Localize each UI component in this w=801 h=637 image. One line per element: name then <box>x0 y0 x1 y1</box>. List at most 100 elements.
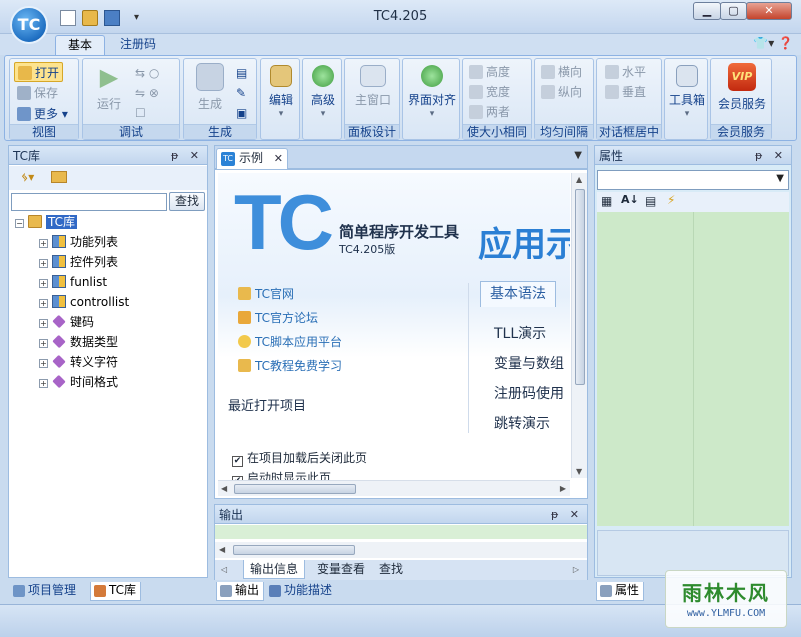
tree-item[interactable]: + 功能列表 <box>15 232 205 252</box>
tree-item[interactable]: + controllist <box>15 292 205 312</box>
same-width-button[interactable]: 宽度 <box>469 82 510 102</box>
main-window-button[interactable]: 主窗口 <box>351 65 395 108</box>
categorized-icon[interactable]: ▦ <box>601 194 612 208</box>
expand-icon[interactable]: + <box>39 379 48 388</box>
collapse-icon[interactable]: − <box>15 219 24 228</box>
scroll-left-icon[interactable]: ◀ <box>221 484 227 493</box>
expand-icon[interactable]: + <box>39 299 48 308</box>
tree-item[interactable]: + 键码 <box>15 312 205 332</box>
expand-icon[interactable]: + <box>39 259 48 268</box>
close-icon[interactable]: ✕ <box>274 149 283 168</box>
tab-variable-watch[interactable]: 变量查看 <box>311 560 371 579</box>
expand-icon[interactable]: + <box>39 279 48 288</box>
horizontal-scrollbar[interactable]: ◀ ▶ <box>218 480 570 496</box>
expand-icon[interactable]: + <box>39 339 48 348</box>
horizontal-scrollbar[interactable]: ◀ <box>215 542 587 558</box>
expand-icon[interactable]: + <box>39 239 48 248</box>
syntax-item[interactable]: TLL演示 <box>494 323 546 343</box>
expand-icon[interactable]: + <box>39 319 48 328</box>
same-height-button[interactable]: 高度 <box>469 62 510 82</box>
object-selector-dropdown[interactable]: ▼ <box>597 170 789 190</box>
spacing-horizontal-button[interactable]: 横向 <box>541 62 582 82</box>
scroll-up-icon[interactable]: ▲ <box>576 175 582 184</box>
library-search-button[interactable]: 查找 <box>169 192 205 211</box>
tab-function-description[interactable]: 功能描述 <box>266 582 336 601</box>
tree-root-label: TC库 <box>46 215 78 229</box>
spacing-vertical-button[interactable]: 纵向 <box>541 82 582 102</box>
scroll-down-icon[interactable]: ▼ <box>576 467 582 476</box>
app-logo-icon[interactable]: TC <box>10 6 48 44</box>
expand-icon[interactable]: + <box>39 359 48 368</box>
close-after-load-checkbox[interactable]: ✔ 在项目加载后关闭此页 <box>232 449 367 467</box>
edit-button[interactable]: 编辑 ▾ <box>263 65 299 119</box>
tab-output[interactable]: 输出 <box>216 582 265 601</box>
horizontal-spacing-icon <box>541 65 555 79</box>
scrollbar-thumb[interactable] <box>233 545 355 555</box>
tree-item[interactable]: + 数据类型 <box>15 332 205 352</box>
syntax-item[interactable]: 跳转演示 <box>494 413 550 433</box>
tab-scroll-right-icon[interactable]: ▷ <box>573 565 579 574</box>
scrollbar-thumb[interactable] <box>234 484 356 494</box>
pin-close-icons[interactable]: ᵽ ✕ <box>551 505 583 525</box>
link-forum[interactable]: TC官方论坛 <box>238 309 318 327</box>
tab-tc-library[interactable]: TC库 <box>90 582 142 601</box>
center-horizontal-button[interactable]: 水平 <box>605 62 646 82</box>
package-icon[interactable]: ▣ <box>236 103 247 123</box>
pin-close-icons[interactable]: ᵽ ✕ <box>171 146 203 166</box>
chevron-down-icon: ▾ <box>320 109 326 119</box>
tree-item[interactable]: + 控件列表 <box>15 252 205 272</box>
toolbox-button[interactable]: 工具箱 ▾ <box>667 65 707 119</box>
tree-item[interactable]: + 转义字符 <box>15 352 205 372</box>
stop-icon[interactable]: ☐ <box>135 103 146 123</box>
new-folder-icon[interactable] <box>51 171 67 183</box>
syntax-item[interactable]: 注册码使用 <box>494 383 564 403</box>
property-pages-icon[interactable]: ▤ <box>645 194 656 208</box>
events-icon[interactable]: ⚡ <box>667 193 675 207</box>
brush-icon[interactable]: ✎ <box>236 83 246 103</box>
build-button[interactable]: 生成 <box>190 63 230 112</box>
link-script-platform[interactable]: TC脚本应用平台 <box>238 333 342 351</box>
pin-close-icons[interactable]: ᵽ ✕ <box>755 146 787 166</box>
scroll-left-icon[interactable]: ◀ <box>219 545 225 554</box>
chevron-down-icon[interactable]: ▼ <box>776 173 784 184</box>
tab-scroll-left-icon[interactable]: ◁ <box>221 565 227 574</box>
align-button[interactable]: 界面对齐 ▾ <box>405 65 459 119</box>
property-grid[interactable] <box>597 212 789 526</box>
advanced-button[interactable]: 高级 ▾ <box>305 65 341 119</box>
tab-basic[interactable]: 基本 <box>55 35 106 55</box>
open-button[interactable]: 打开 <box>14 62 64 82</box>
tree-root[interactable]: − TC库 <box>15 212 205 232</box>
same-both-button[interactable]: 两者 <box>469 102 510 122</box>
minimize-button[interactable]: ▁ <box>693 2 721 20</box>
tree-item[interactable]: + 时间格式 <box>15 372 205 392</box>
center-vertical-button[interactable]: 垂直 <box>605 82 646 102</box>
library-search-input[interactable] <box>11 193 167 211</box>
scrollbar-thumb[interactable] <box>575 189 585 385</box>
tab-register-code[interactable]: 注册码 <box>108 35 168 55</box>
tab-list-dropdown-icon[interactable]: ▼ <box>574 150 582 161</box>
tab-find[interactable]: 查找 <box>373 560 409 579</box>
tab-output-info[interactable]: 输出信息 <box>243 560 306 579</box>
close-button[interactable]: ✕ <box>746 2 792 20</box>
syntax-item[interactable]: 变量与数组 <box>494 353 564 373</box>
tab-basic-syntax[interactable]: 基本语法 <box>480 281 556 307</box>
sort-alpha-icon[interactable]: A↓ <box>621 193 639 206</box>
step-over-icon[interactable]: ⇋ ⊗ <box>135 83 159 103</box>
link-official-site[interactable]: TC官网 <box>238 285 294 303</box>
tab-example[interactable]: TC 示例 ✕ <box>216 148 288 169</box>
tree-item[interactable]: + funlist <box>15 272 205 292</box>
tab-project-manager[interactable]: 项目管理 <box>10 582 80 601</box>
layers-icon[interactable]: ▤ <box>236 63 247 83</box>
link-tutorials[interactable]: TC教程免费学习 <box>238 357 342 375</box>
maximize-button[interactable]: ▢ <box>720 2 747 20</box>
more-button[interactable]: 更多 ▾ <box>17 104 68 124</box>
scroll-right-icon[interactable]: ▶ <box>560 484 566 493</box>
save-button[interactable]: 保存 <box>17 83 58 103</box>
lightning-icon[interactable]: ᛃ▾ <box>21 170 34 184</box>
ribbon-skin-help-icons[interactable]: 👕▾ ❓ <box>753 36 793 50</box>
step-icon[interactable]: ⇆ ○ <box>135 63 159 83</box>
vertical-scrollbar[interactable]: ▲ ▼ <box>571 173 587 478</box>
run-button[interactable]: ▶ 运行 <box>91 63 127 112</box>
vip-service-button[interactable]: VIP 会员服务 <box>713 63 771 112</box>
tab-properties[interactable]: 属性 <box>596 582 645 601</box>
